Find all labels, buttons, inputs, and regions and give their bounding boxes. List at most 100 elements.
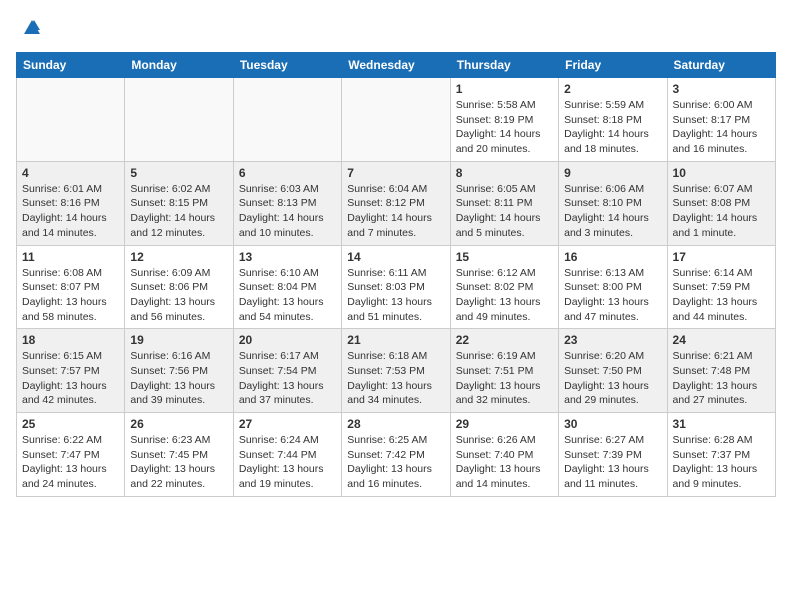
calendar-cell: 17 Sunrise: 6:14 AM Sunset: 7:59 PM Dayli…: [667, 245, 775, 329]
day-info: Sunrise: 6:00 AM Sunset: 8:17 PM Dayligh…: [673, 98, 770, 157]
day-info: Sunrise: 6:15 AM Sunset: 7:57 PM Dayligh…: [22, 349, 119, 408]
day-number: 4: [22, 166, 119, 180]
day-number: 17: [673, 250, 770, 264]
calendar-cell: 20 Sunrise: 6:17 AM Sunset: 7:54 PM Dayli…: [233, 329, 341, 413]
calendar-cell: 13 Sunrise: 6:10 AM Sunset: 8:04 PM Dayli…: [233, 245, 341, 329]
calendar-cell: 3 Sunrise: 6:00 AM Sunset: 8:17 PM Daylig…: [667, 78, 775, 162]
calendar-cell: 14 Sunrise: 6:11 AM Sunset: 8:03 PM Dayli…: [342, 245, 450, 329]
day-info: Sunrise: 6:07 AM Sunset: 8:08 PM Dayligh…: [673, 182, 770, 241]
weekday-header-sunday: Sunday: [17, 53, 125, 78]
calendar-cell: 9Sunrise: 6:06 AM Sunset: 8:10 PM Daylig…: [559, 161, 667, 245]
day-info: Sunrise: 6:23 AM Sunset: 7:45 PM Dayligh…: [130, 433, 227, 492]
day-number: 30: [564, 417, 661, 431]
weekday-header-tuesday: Tuesday: [233, 53, 341, 78]
calendar-cell: 26 Sunrise: 6:23 AM Sunset: 7:45 PM Dayli…: [125, 413, 233, 497]
day-info: Sunrise: 6:26 AM Sunset: 7:40 PM Dayligh…: [456, 433, 553, 492]
day-number: 12: [130, 250, 227, 264]
calendar-cell: 15Sunrise: 6:12 AM Sunset: 8:02 PM Dayli…: [450, 245, 558, 329]
calendar-table: SundayMondayTuesdayWednesdayThursdayFrid…: [16, 52, 776, 497]
day-number: 23: [564, 333, 661, 347]
calendar-week-row: 18 Sunrise: 6:15 AM Sunset: 7:57 PM Dayli…: [17, 329, 776, 413]
calendar-week-row: 25Sunrise: 6:22 AM Sunset: 7:47 PM Dayli…: [17, 413, 776, 497]
calendar-week-row: 1Sunrise: 5:58 AM Sunset: 8:19 PM Daylig…: [17, 78, 776, 162]
weekday-header-row: SundayMondayTuesdayWednesdayThursdayFrid…: [17, 53, 776, 78]
day-number: 15: [456, 250, 553, 264]
day-number: 19: [130, 333, 227, 347]
day-info: Sunrise: 6:16 AM Sunset: 7:56 PM Dayligh…: [130, 349, 227, 408]
day-number: 3: [673, 82, 770, 96]
day-info: Sunrise: 6:02 AM Sunset: 8:15 PM Dayligh…: [130, 182, 227, 241]
calendar-cell: [17, 78, 125, 162]
day-number: 24: [673, 333, 770, 347]
day-number: 18: [22, 333, 119, 347]
day-info: Sunrise: 6:03 AM Sunset: 8:13 PM Dayligh…: [239, 182, 336, 241]
calendar-cell: 21Sunrise: 6:18 AM Sunset: 7:53 PM Dayli…: [342, 329, 450, 413]
calendar-week-row: 11 Sunrise: 6:08 AM Sunset: 8:07 PM Dayli…: [17, 245, 776, 329]
calendar-cell: 10 Sunrise: 6:07 AM Sunset: 8:08 PM Dayli…: [667, 161, 775, 245]
day-number: 13: [239, 250, 336, 264]
day-number: 28: [347, 417, 444, 431]
day-info: Sunrise: 6:24 AM Sunset: 7:44 PM Dayligh…: [239, 433, 336, 492]
calendar-cell: 19 Sunrise: 6:16 AM Sunset: 7:56 PM Dayli…: [125, 329, 233, 413]
calendar-cell: [342, 78, 450, 162]
day-info: Sunrise: 6:14 AM Sunset: 7:59 PM Dayligh…: [673, 266, 770, 325]
day-number: 20: [239, 333, 336, 347]
calendar-cell: 2 Sunrise: 5:59 AM Sunset: 8:18 PM Daylig…: [559, 78, 667, 162]
day-info: Sunrise: 6:28 AM Sunset: 7:37 PM Dayligh…: [673, 433, 770, 492]
day-info: Sunrise: 6:20 AM Sunset: 7:50 PM Dayligh…: [564, 349, 661, 408]
day-info: Sunrise: 6:19 AM Sunset: 7:51 PM Dayligh…: [456, 349, 553, 408]
day-info: Sunrise: 6:09 AM Sunset: 8:06 PM Dayligh…: [130, 266, 227, 325]
calendar-cell: 24 Sunrise: 6:21 AM Sunset: 7:48 PM Dayli…: [667, 329, 775, 413]
calendar-cell: 25Sunrise: 6:22 AM Sunset: 7:47 PM Dayli…: [17, 413, 125, 497]
calendar-cell: 1Sunrise: 5:58 AM Sunset: 8:19 PM Daylig…: [450, 78, 558, 162]
day-info: Sunrise: 6:08 AM Sunset: 8:07 PM Dayligh…: [22, 266, 119, 325]
calendar-cell: 11 Sunrise: 6:08 AM Sunset: 8:07 PM Dayli…: [17, 245, 125, 329]
day-number: 25: [22, 417, 119, 431]
day-info: Sunrise: 6:10 AM Sunset: 8:04 PM Dayligh…: [239, 266, 336, 325]
day-number: 27: [239, 417, 336, 431]
calendar-cell: 30 Sunrise: 6:27 AM Sunset: 7:39 PM Dayli…: [559, 413, 667, 497]
calendar-week-row: 4 Sunrise: 6:01 AM Sunset: 8:16 PM Daylig…: [17, 161, 776, 245]
day-info: Sunrise: 6:04 AM Sunset: 8:12 PM Dayligh…: [347, 182, 444, 241]
day-info: Sunrise: 5:59 AM Sunset: 8:18 PM Dayligh…: [564, 98, 661, 157]
weekday-header-thursday: Thursday: [450, 53, 558, 78]
day-info: Sunrise: 6:18 AM Sunset: 7:53 PM Dayligh…: [347, 349, 444, 408]
day-number: 31: [673, 417, 770, 431]
day-number: 29: [456, 417, 553, 431]
day-number: 8: [456, 166, 553, 180]
calendar-cell: 6 Sunrise: 6:03 AM Sunset: 8:13 PM Daylig…: [233, 161, 341, 245]
day-number: 1: [456, 82, 553, 96]
day-number: 10: [673, 166, 770, 180]
calendar-cell: [125, 78, 233, 162]
calendar-cell: 5Sunrise: 6:02 AM Sunset: 8:15 PM Daylig…: [125, 161, 233, 245]
calendar-cell: 18 Sunrise: 6:15 AM Sunset: 7:57 PM Dayli…: [17, 329, 125, 413]
day-info: Sunrise: 6:05 AM Sunset: 8:11 PM Dayligh…: [456, 182, 553, 241]
day-info: Sunrise: 6:17 AM Sunset: 7:54 PM Dayligh…: [239, 349, 336, 408]
day-info: Sunrise: 6:11 AM Sunset: 8:03 PM Dayligh…: [347, 266, 444, 325]
day-number: 16: [564, 250, 661, 264]
calendar-cell: 4 Sunrise: 6:01 AM Sunset: 8:16 PM Daylig…: [17, 161, 125, 245]
calendar-cell: 23 Sunrise: 6:20 AM Sunset: 7:50 PM Dayli…: [559, 329, 667, 413]
weekday-header-friday: Friday: [559, 53, 667, 78]
day-info: Sunrise: 6:01 AM Sunset: 8:16 PM Dayligh…: [22, 182, 119, 241]
calendar-cell: 29 Sunrise: 6:26 AM Sunset: 7:40 PM Dayli…: [450, 413, 558, 497]
day-number: 6: [239, 166, 336, 180]
calendar-cell: 31 Sunrise: 6:28 AM Sunset: 7:37 PM Dayli…: [667, 413, 775, 497]
calendar-cell: 22Sunrise: 6:19 AM Sunset: 7:51 PM Dayli…: [450, 329, 558, 413]
day-number: 11: [22, 250, 119, 264]
weekday-header-wednesday: Wednesday: [342, 53, 450, 78]
calendar-cell: 28 Sunrise: 6:25 AM Sunset: 7:42 PM Dayli…: [342, 413, 450, 497]
day-number: 7: [347, 166, 444, 180]
calendar-cell: [233, 78, 341, 162]
day-number: 2: [564, 82, 661, 96]
day-number: 14: [347, 250, 444, 264]
logo-icon: [20, 16, 44, 40]
calendar-cell: 8 Sunrise: 6:05 AM Sunset: 8:11 PM Daylig…: [450, 161, 558, 245]
calendar-cell: 16Sunrise: 6:13 AM Sunset: 8:00 PM Dayli…: [559, 245, 667, 329]
day-info: Sunrise: 6:27 AM Sunset: 7:39 PM Dayligh…: [564, 433, 661, 492]
day-number: 26: [130, 417, 227, 431]
weekday-header-monday: Monday: [125, 53, 233, 78]
day-info: Sunrise: 6:25 AM Sunset: 7:42 PM Dayligh…: [347, 433, 444, 492]
day-info: Sunrise: 6:21 AM Sunset: 7:48 PM Dayligh…: [673, 349, 770, 408]
page-header: [16, 16, 776, 40]
